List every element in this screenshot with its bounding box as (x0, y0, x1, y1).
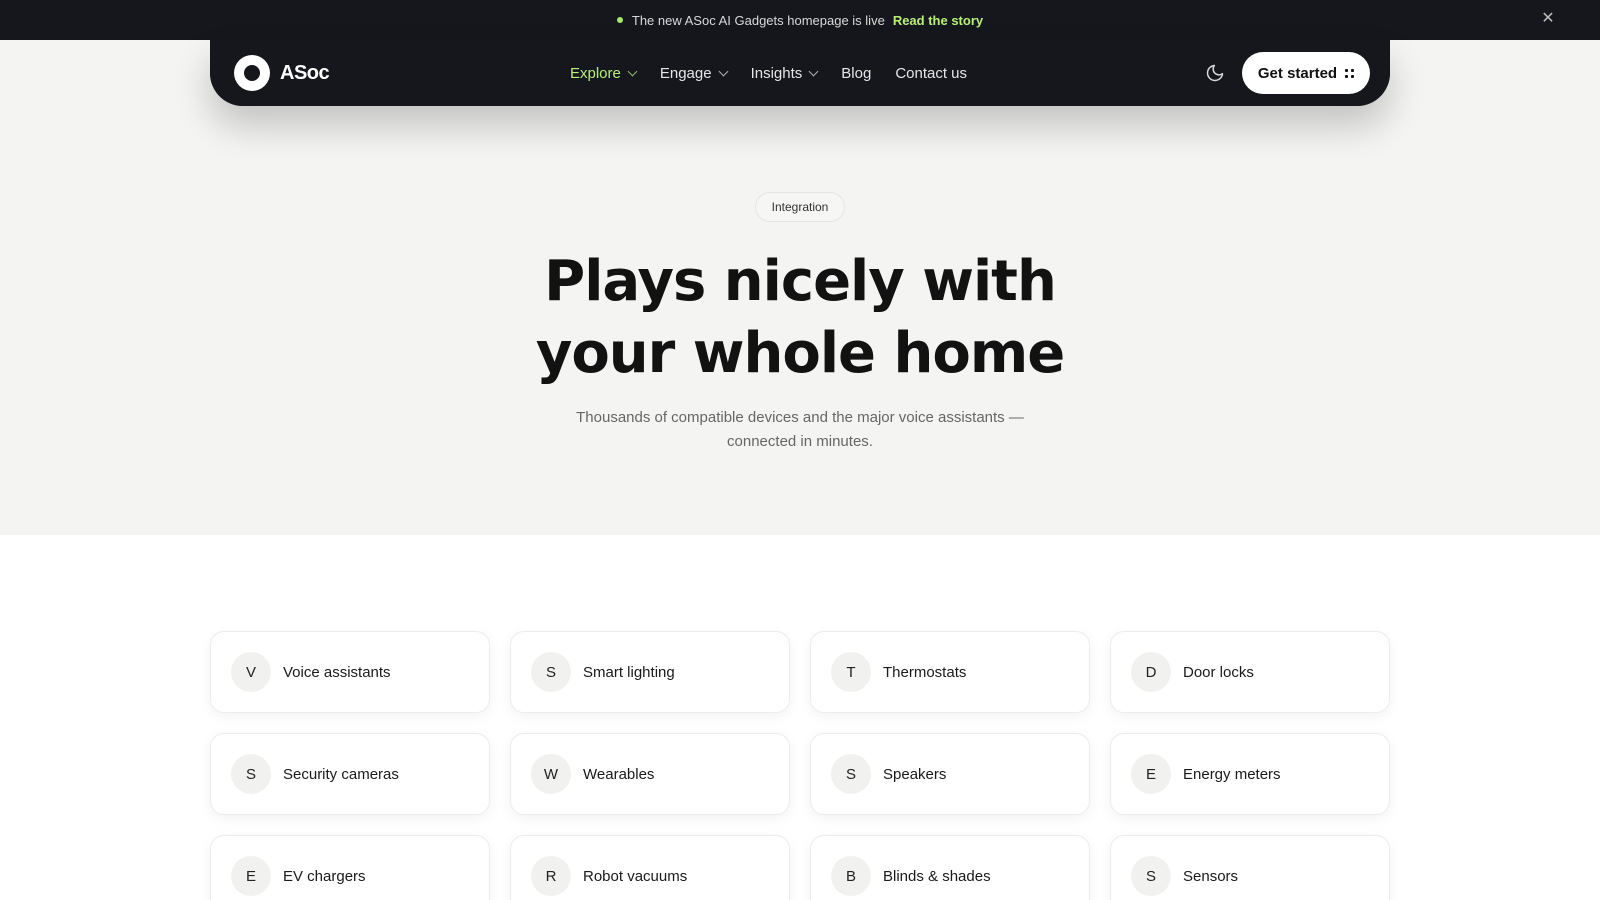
announcement-bar: The new ASoc AI Gadgets homepage is live… (0, 0, 1600, 40)
integration-label: Wearables (583, 765, 655, 783)
announcement-text: The new ASoc AI Gadgets homepage is live (631, 12, 885, 28)
logo-icon (234, 55, 270, 91)
integration-card[interactable]: E EV chargers (210, 835, 490, 900)
hero-section: Integration Plays nicely with your whole… (0, 106, 1600, 535)
nav-item-insights[interactable]: Insights (750, 64, 819, 82)
integration-initial: S (831, 754, 871, 794)
integration-initial: T (831, 652, 871, 692)
main-navbar: ASoc Explore Engage Insights Blog Contac… (210, 40, 1390, 106)
integration-card[interactable]: S Speakers (810, 733, 1090, 815)
integration-label: EV chargers (283, 867, 366, 885)
integration-card[interactable]: S Sensors (1110, 835, 1390, 900)
integration-card[interactable]: D Door locks (1110, 631, 1390, 713)
grid-icon (1345, 68, 1355, 78)
integration-card[interactable]: S Security cameras (210, 733, 490, 815)
integration-card[interactable]: W Wearables (510, 733, 790, 815)
status-dot (616, 17, 623, 23)
integration-card[interactable]: T Thermostats (810, 631, 1090, 713)
integration-initial: S (231, 754, 271, 794)
close-icon[interactable]: ✕ (1540, 11, 1556, 27)
integrations-section: V Voice assistants S Smart lighting T Therm… (0, 535, 1600, 900)
read-story-link[interactable]: Read the story (893, 13, 983, 28)
nav-item-engage[interactable]: Engage (659, 64, 729, 82)
integration-initial: E (1131, 754, 1171, 794)
integration-label: Security cameras (283, 765, 399, 783)
moon-icon[interactable] (1205, 63, 1225, 83)
integration-label: Voice assistants (283, 663, 391, 681)
get-started-label: Get started (1257, 64, 1338, 82)
chevron-down-icon (808, 66, 819, 76)
integration-card[interactable]: V Voice assistants (210, 631, 490, 713)
nav-links: Explore Engage Insights Blog Contact us (570, 40, 991, 106)
hero-title-line2: your whole home (535, 321, 1065, 386)
chevron-down-icon (627, 66, 638, 76)
logo[interactable]: ASoc (234, 55, 330, 91)
integration-label: Robot vacuums (583, 867, 688, 885)
nav-item-label: Explore (570, 64, 621, 82)
chevron-down-icon (718, 66, 729, 76)
integration-label: Blinds & shades (883, 867, 991, 885)
nav-item-explore[interactable]: Explore (570, 64, 638, 82)
integration-label: Door locks (1183, 663, 1254, 681)
nav-item-label: Blog (841, 64, 872, 82)
hero-subtitle: Thousands of compatible devices and the … (576, 409, 1024, 450)
integration-label: Energy meters (1183, 765, 1281, 783)
integration-initial: D (1131, 652, 1171, 692)
get-started-button[interactable]: Get started (1242, 52, 1370, 94)
integration-initial: R (531, 856, 571, 896)
integration-initial: B (831, 856, 871, 896)
integration-label: Speakers (883, 765, 947, 783)
integration-card[interactable]: R Robot vacuums (510, 835, 790, 900)
integration-initial: V (231, 652, 271, 692)
logo-text: ASoc (280, 61, 330, 84)
integration-initial: E (231, 856, 271, 896)
integration-label: Sensors (1183, 867, 1239, 885)
section-tag: Integration (755, 192, 845, 222)
integration-card[interactable]: E Energy meters (1110, 733, 1390, 815)
integration-card[interactable]: S Smart lighting (510, 631, 790, 713)
nav-item-label: Contact us (895, 64, 968, 82)
integration-initial: S (531, 652, 571, 692)
integration-initial: W (531, 754, 571, 794)
integration-card[interactable]: B Blinds & shades (810, 835, 1090, 900)
integration-grid: V Voice assistants S Smart lighting T Therm… (210, 631, 1390, 900)
nav-item-label: Insights (750, 64, 803, 82)
nav-item-contact[interactable]: Contact us (895, 65, 967, 82)
hero-title: Plays nicely with your whole home (400, 246, 1200, 390)
integration-label: Smart lighting (583, 663, 675, 681)
nav-item-blog[interactable]: Blog (841, 65, 871, 82)
integration-initial: S (1131, 856, 1171, 896)
nav-item-label: Engage (659, 64, 712, 82)
integration-label: Thermostats (883, 663, 967, 681)
hero-title-line1: Plays nicely with (544, 249, 1057, 314)
